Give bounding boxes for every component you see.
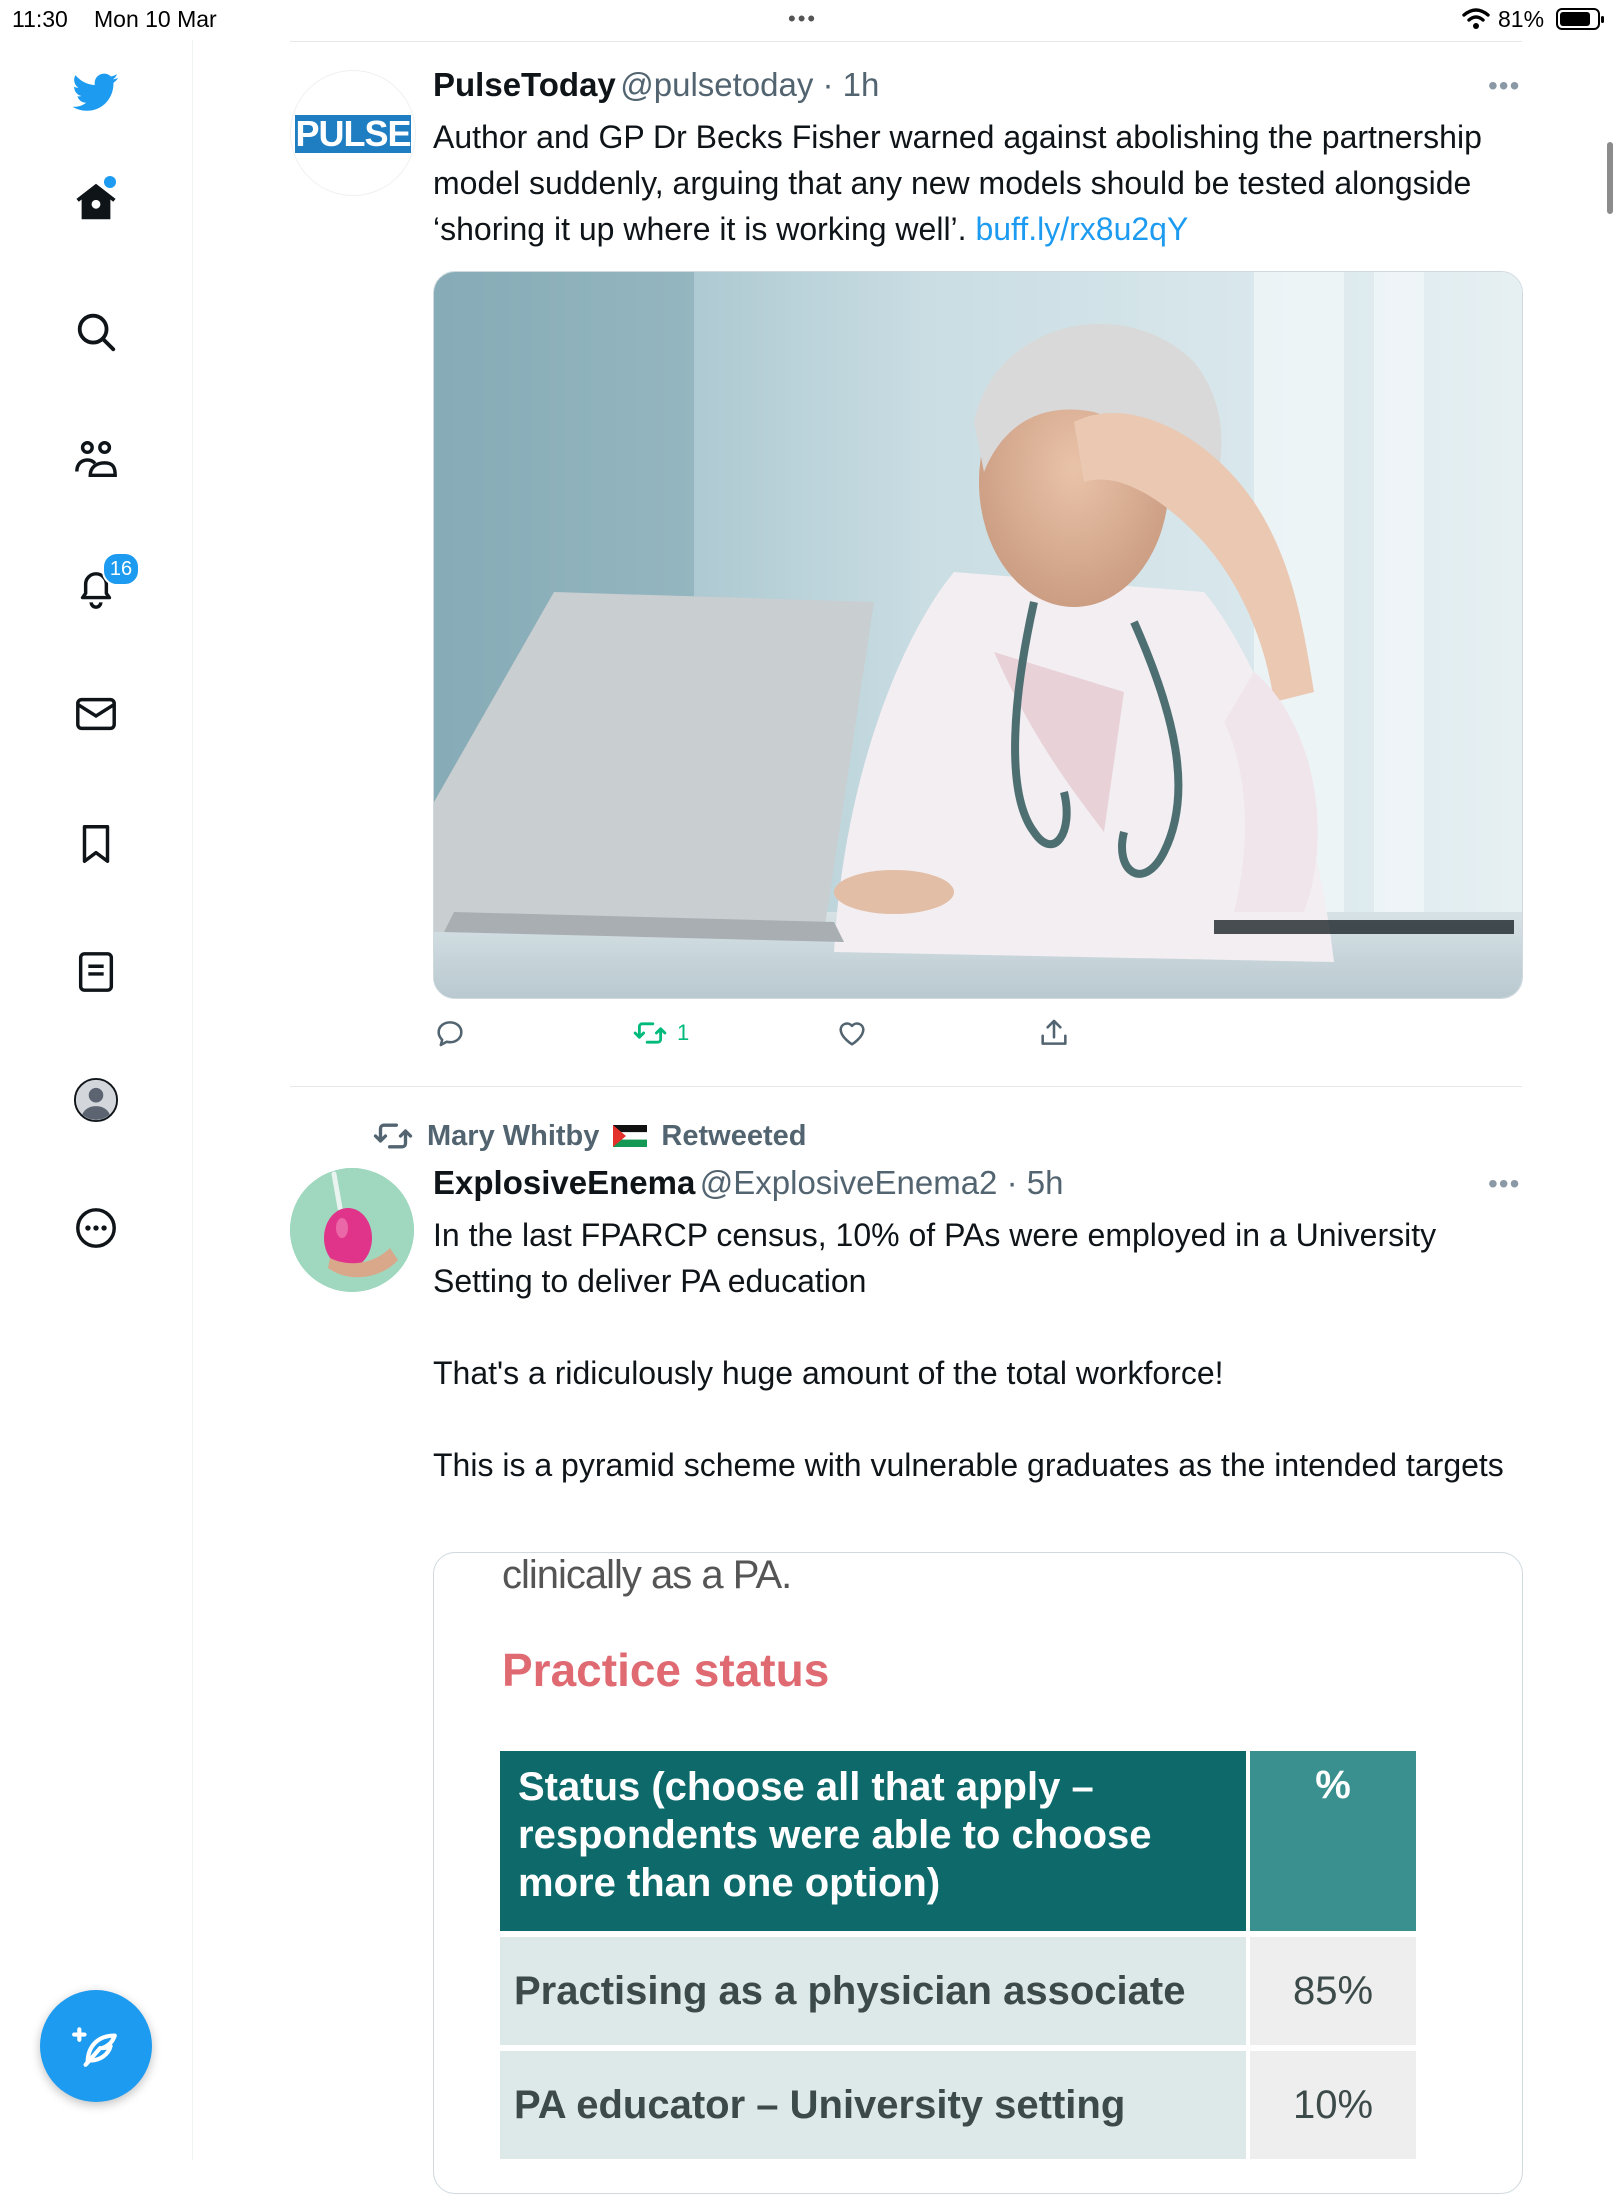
profile-avatar-icon[interactable]	[66, 1070, 126, 1130]
sidebar: 16	[0, 40, 193, 2160]
handle-time: @pulsetoday · 1h	[620, 66, 880, 103]
display-name[interactable]: PulseToday	[433, 66, 616, 103]
retweet-icon	[633, 1022, 667, 1044]
retweet-context-icon	[373, 1123, 413, 1149]
avatar-explosiveenema[interactable]	[290, 1168, 414, 1292]
census-top-text: clinically as a PA.	[502, 1553, 792, 1597]
retweet-button[interactable]: 1	[633, 1016, 689, 1050]
home-new-dot	[104, 176, 116, 188]
search-icon[interactable]	[66, 302, 126, 362]
palestine-flag-icon	[613, 1125, 648, 1147]
tweet-paragraph-2: That's a ridiculously huge amount of the…	[433, 1355, 1224, 1391]
battery-icon	[1556, 8, 1604, 30]
notifications-bell-icon[interactable]: 16	[66, 552, 140, 618]
divider	[290, 1086, 1522, 1087]
census-col-percent-header: %	[1250, 1751, 1416, 1931]
compose-tweet-button[interactable]	[40, 1990, 152, 2102]
pulse-logo: PULSE	[295, 113, 412, 154]
tweet-body: Author and GP Dr Becks Fisher warned aga…	[433, 119, 1482, 247]
bookmarks-icon[interactable]	[66, 814, 126, 874]
communities-icon[interactable]	[66, 430, 126, 490]
retweeted-label: Retweeted	[661, 1119, 807, 1152]
notifications-badge: 16	[102, 552, 140, 586]
share-icon	[1041, 1019, 1067, 1045]
status-bar: 11:30 Mon 10 Mar ••• 81%	[0, 0, 1620, 40]
tweet-link[interactable]: buff.ly/rx8u2qY	[975, 211, 1188, 247]
status-time: 11:30	[12, 6, 68, 32]
tweet-header: PulseToday @pulsetoday · 1h	[433, 66, 879, 104]
retweet-count: 1	[677, 1020, 690, 1045]
more-options-icon[interactable]	[66, 1198, 126, 1258]
census-row-2-pct: 10%	[1250, 2051, 1416, 2159]
home-icon[interactable]	[66, 172, 126, 232]
retweeted-by-name[interactable]: Mary Whitby	[427, 1120, 599, 1153]
tweet-image-census-table[interactable]: clinically as a PA. Practice status Stat…	[433, 1552, 1523, 2194]
tweet-photo-doctor[interactable]	[433, 271, 1523, 999]
doctor-photo-image	[434, 272, 1522, 998]
heart-icon	[839, 1022, 865, 1046]
enema-bulb-avatar-image	[290, 1168, 414, 1292]
census-row-2-status: PA educator – University setting	[500, 2051, 1246, 2159]
tweet-text: Author and GP Dr Becks Fisher warned aga…	[433, 114, 1523, 252]
census-row-1-pct: 85%	[1250, 1937, 1416, 2045]
avatar-pulsetoday[interactable]: PULSE	[290, 70, 416, 196]
divider	[290, 41, 1522, 42]
multitasking-dots-icon[interactable]: •••	[788, 6, 817, 32]
battery-percent: 81%	[1498, 6, 1545, 32]
census-row-1-status: Practising as a physician associate	[500, 1937, 1246, 2045]
share-button[interactable]	[1037, 1016, 1071, 1050]
census-heading: Practice status	[502, 1644, 830, 1696]
lists-icon[interactable]	[66, 942, 126, 1002]
reply-icon	[437, 1021, 463, 1047]
wifi-icon	[1462, 8, 1490, 29]
reply-button[interactable]	[433, 1016, 467, 1050]
twitter-logo-icon[interactable]	[66, 62, 126, 122]
tweet-actions: 1	[433, 1016, 1133, 1056]
like-button[interactable]	[835, 1016, 869, 1050]
retweet-context: Mary Whitby Retweeted	[373, 1116, 806, 1156]
census-col-status-header: Status (choose all that apply – responde…	[500, 1751, 1246, 1931]
tweet-header: ExplosiveEnema @ExplosiveEnema2 · 5h	[433, 1164, 1063, 1202]
tweet-paragraph-3: This is a pyramid scheme with vulnerable…	[433, 1447, 1504, 1483]
display-name[interactable]: ExplosiveEnema	[433, 1164, 695, 1201]
compose-feather-icon	[72, 2027, 117, 2067]
tweet-paragraph-1: In the last FPARCP census, 10% of PAs we…	[433, 1217, 1437, 1299]
tweet-more-icon[interactable]: •••	[1488, 70, 1520, 102]
scrollbar[interactable]	[1607, 142, 1613, 214]
messages-icon[interactable]	[66, 684, 126, 744]
tweet-more-icon[interactable]: •••	[1488, 1168, 1520, 1200]
handle-time: @ExplosiveEnema2 · 5h	[699, 1164, 1064, 1201]
status-date: Mon 10 Mar	[94, 6, 217, 32]
